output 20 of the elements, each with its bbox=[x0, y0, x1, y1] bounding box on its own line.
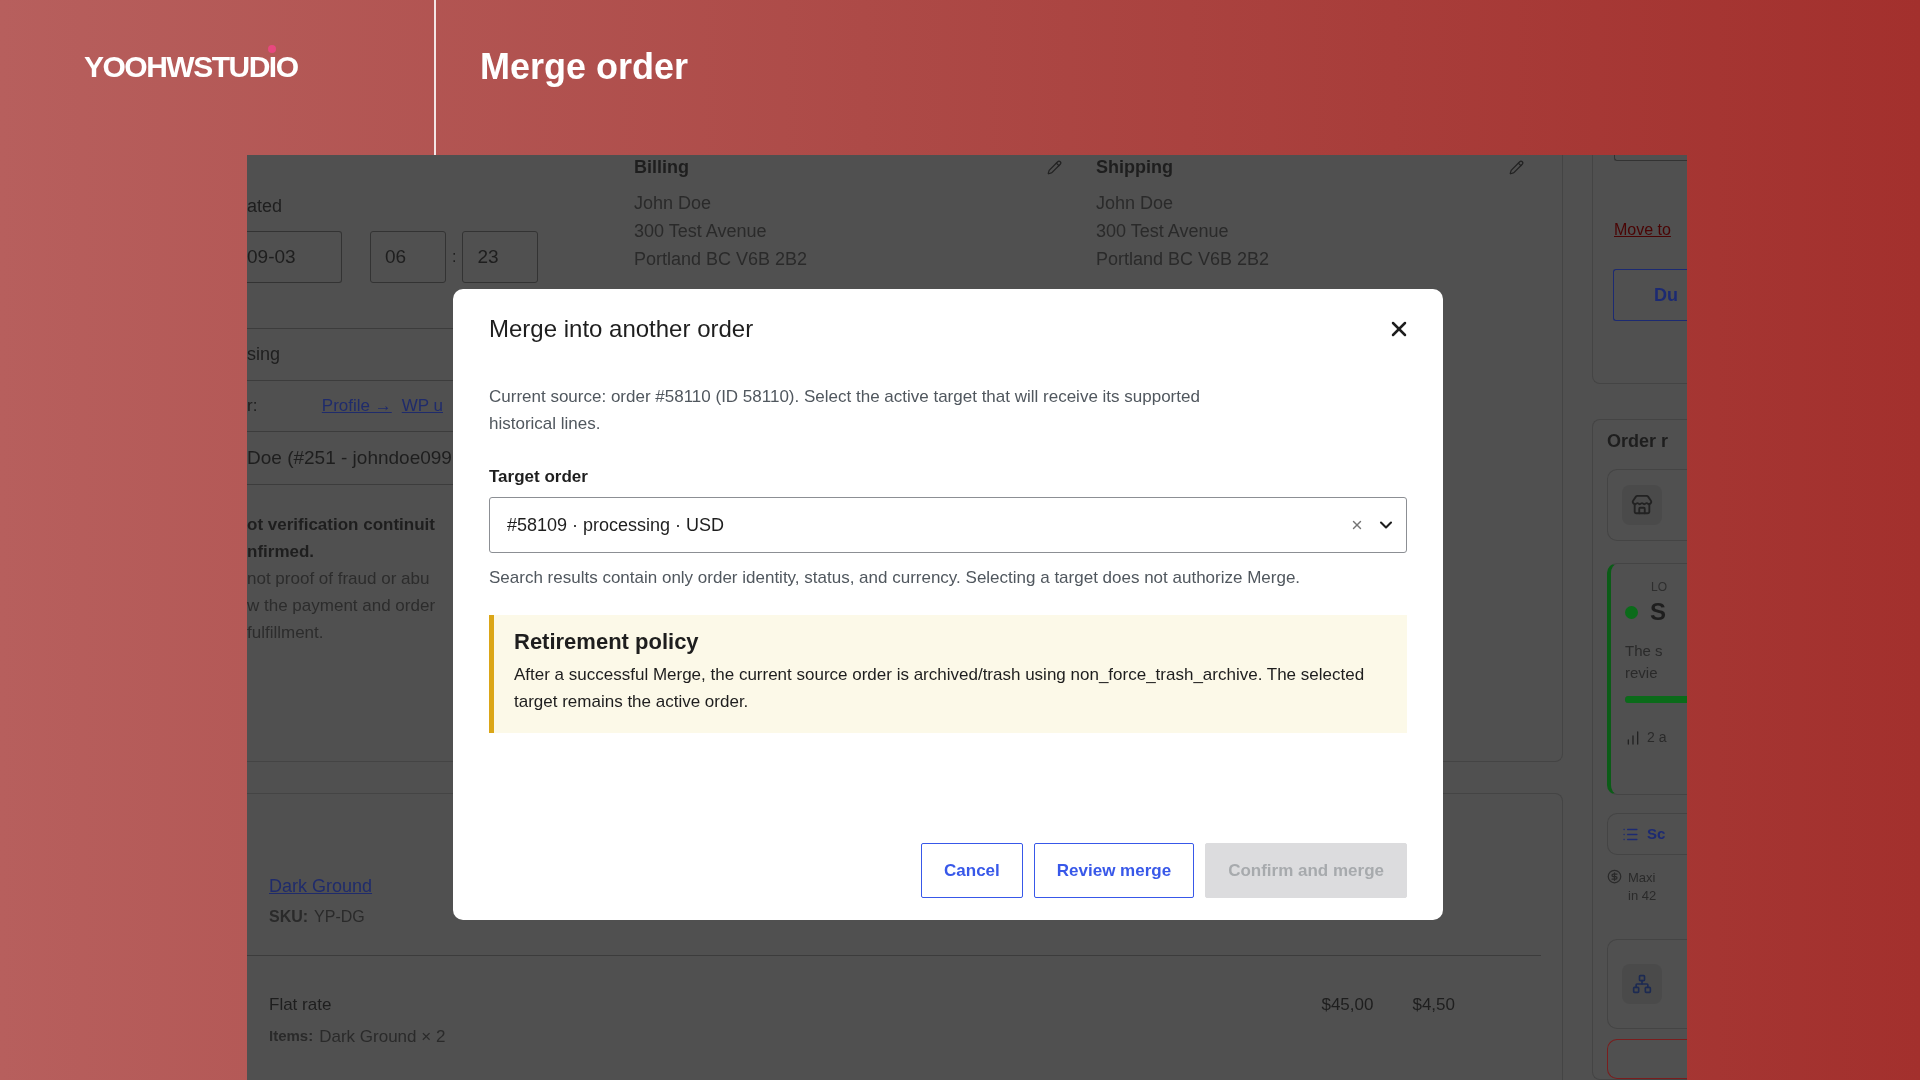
dialog-button[interactable]: Review merge bbox=[1033, 843, 1195, 898]
target-order-select[interactable]: #58109 · processing · USD bbox=[489, 497, 1407, 553]
notice-text: After a successful Merge, the current source order is archived/trash using non_force_trash_archive. The selected target remains the active order. bbox=[514, 664, 1366, 713]
store-icon bbox=[1631, 494, 1653, 516]
help-text: Search results contain only order identity, status, and currency. Selecting a target does not authorize Merge. bbox=[489, 567, 1302, 589]
field-label: Target order bbox=[489, 467, 589, 487]
notice-title: Retirement policy bbox=[514, 629, 700, 655]
page-title: Merge order bbox=[480, 45, 689, 88]
logo: YOOHWSTUDIO bbox=[84, 49, 298, 83]
time-separator: : bbox=[452, 247, 457, 267]
clear-icon[interactable] bbox=[1350, 518, 1364, 532]
status-dot-icon bbox=[1625, 605, 1638, 619]
dialog-button[interactable]: Cancel bbox=[921, 843, 1023, 898]
hierarchy-icon bbox=[1632, 974, 1652, 994]
dollar-icon bbox=[1607, 869, 1622, 884]
move-link[interactable]: Move to bbox=[1614, 221, 1687, 239]
dot-icon bbox=[267, 44, 276, 53]
bar-chart-icon bbox=[1625, 729, 1641, 746]
dialog-title: Merge into another order bbox=[489, 315, 754, 343]
dialog-description: Current source: order #58110 (ID 58110). Select the active target that will receive its supported historical lines. bbox=[489, 386, 1201, 435]
